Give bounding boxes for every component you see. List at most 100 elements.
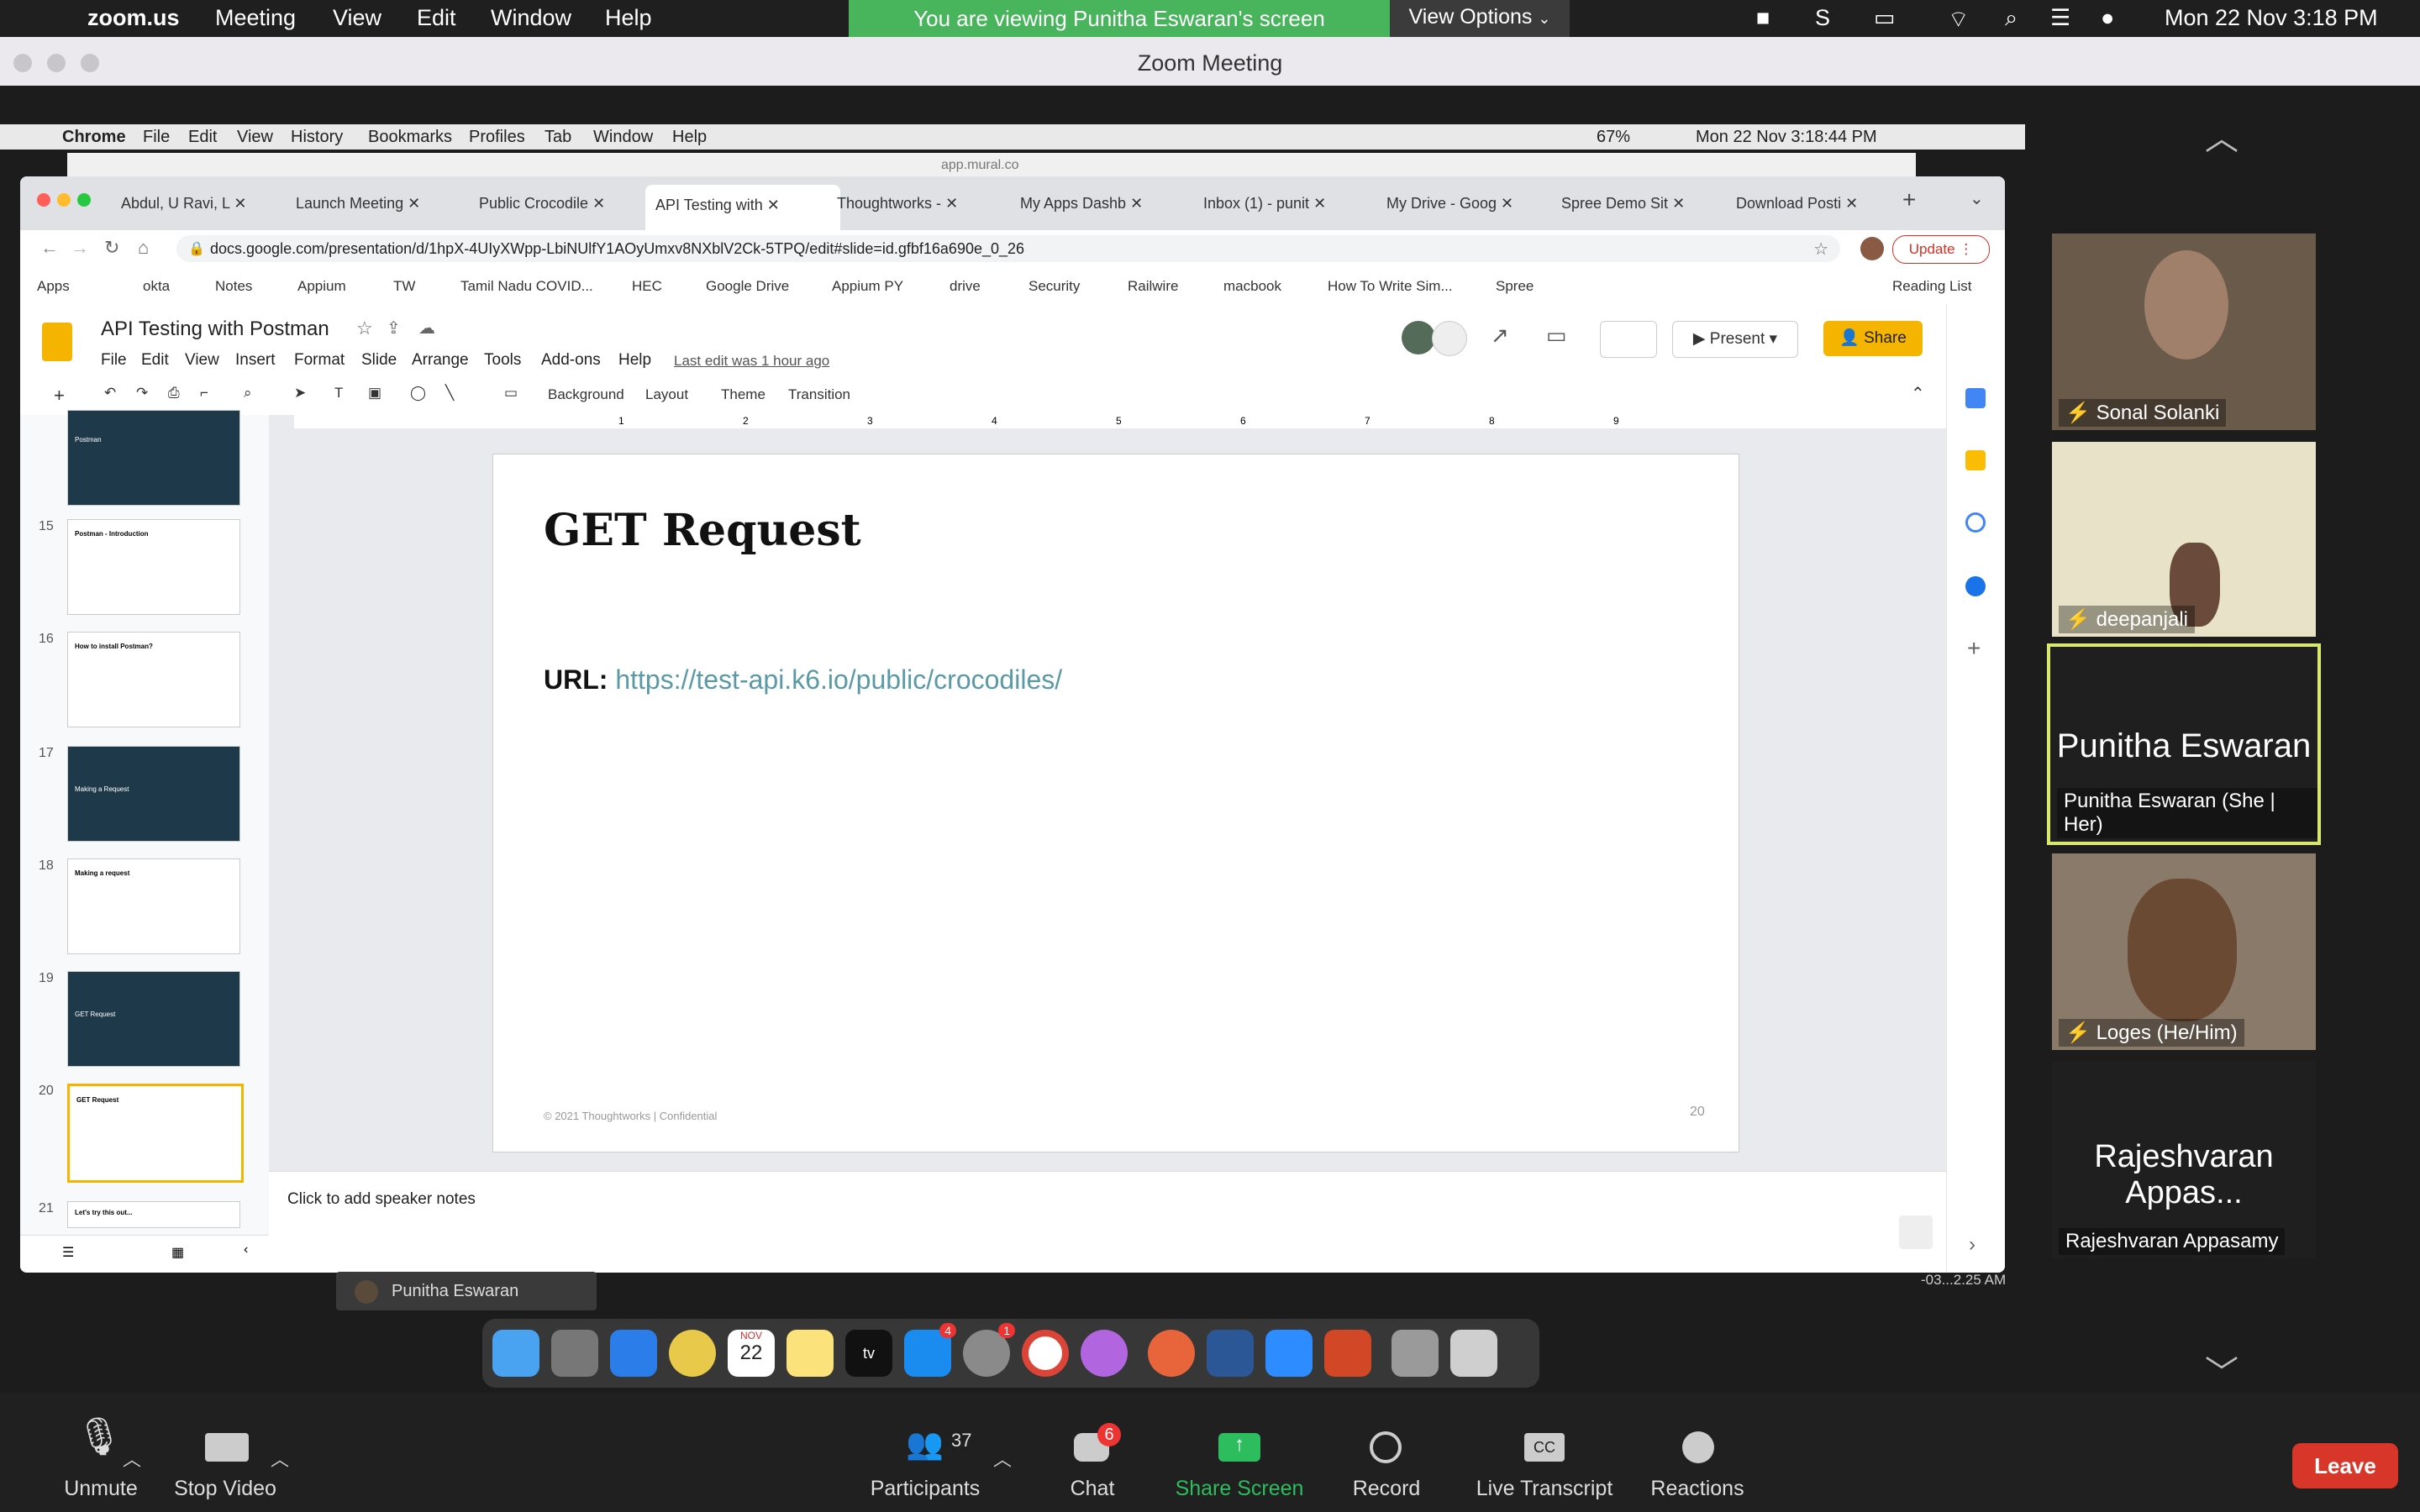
meet-icon[interactable] [1432, 321, 1467, 356]
paint-format-icon[interactable]: ⌐ [200, 385, 208, 402]
menubar-clock[interactable]: Mon 22 Nov 3:18 PM [2165, 5, 2378, 31]
bookmark-appium-py[interactable]: Appium PY [832, 278, 903, 295]
siri-icon[interactable]: ● [2101, 5, 2114, 31]
slides-logo-icon[interactable] [42, 323, 72, 361]
bookmark-notes[interactable]: Notes [215, 278, 252, 295]
bookmark-okta[interactable]: okta [143, 278, 170, 295]
last-edit-link[interactable]: Last edit was 1 hour ago [674, 353, 829, 370]
address-bar[interactable]: 🔒 docs.google.com/presentation/d/1hpX-4U… [176, 235, 1840, 262]
spotlight-icon[interactable]: ⌕ [2005, 5, 2018, 32]
leave-button[interactable]: Leave [2292, 1443, 2398, 1488]
new-tab-icon[interactable]: + [1902, 186, 1916, 213]
browser-tab[interactable]: Thoughtworks - ✕ [837, 186, 1013, 220]
shape-icon[interactable]: ◯ [410, 385, 426, 402]
browser-tab[interactable]: Launch Meeting ✕ [296, 186, 472, 220]
slide-thumbnail-selected[interactable]: GET Request [67, 1084, 244, 1183]
url-link[interactable]: https://test-api.k6.io/public/crocodiles… [615, 664, 1062, 695]
live-transcript-button[interactable]: CC Live Transcript [1470, 1393, 1618, 1512]
keep-icon[interactable] [1965, 450, 1986, 470]
present-button[interactable]: ▶ Present ▾ [1672, 321, 1798, 358]
undo-icon[interactable]: ↶ [104, 385, 116, 402]
calendar-app-icon[interactable]: NOV 22 [728, 1330, 775, 1377]
background-button[interactable]: Background [548, 386, 624, 403]
collaborator-avatar[interactable] [1402, 321, 1435, 354]
current-slide[interactable]: GET Request URL: https://test-api.k6.io/… [492, 454, 1739, 1152]
reload-icon[interactable]: ↻ [104, 237, 119, 259]
contacts-icon[interactable] [1965, 576, 1986, 596]
menu-file[interactable]: File [101, 351, 127, 370]
redo-icon[interactable]: ↷ [136, 385, 148, 402]
chrome-minimize-button[interactable] [57, 193, 71, 207]
bookmark-tw[interactable]: TW [393, 278, 415, 295]
gallery-down-icon[interactable]: ﹀ [2205, 1346, 2238, 1394]
chrome-maximize-button[interactable] [77, 193, 91, 207]
finder-icon[interactable] [492, 1330, 539, 1377]
doc-title[interactable]: API Testing with Postman [101, 318, 329, 341]
bookmark-security[interactable]: Security [1028, 278, 1080, 295]
share-screen-button[interactable]: ↑ Share Screen [1168, 1393, 1311, 1512]
browser-tab[interactable]: Public Crocodile ✕ [479, 186, 655, 220]
bookmark-apps[interactable]: Apps [37, 278, 70, 295]
speaker-notes[interactable]: Click to add speaker notes [269, 1171, 1946, 1273]
bookmark-macbook[interactable]: macbook [1223, 278, 1281, 295]
participants-button[interactable]: 👥 37 Participants [862, 1393, 988, 1512]
new-slide-icon[interactable]: + [54, 385, 65, 407]
theme-button[interactable]: Theme [721, 386, 765, 403]
participant-tile-active-speaker[interactable]: Punitha Eswaran Punitha Eswaran (She | H… [2047, 643, 2321, 845]
participant-tile[interactable]: ⚡ deepanjali [2052, 442, 2316, 637]
bookmark-how-to-write[interactable]: How To Write Sim... [1328, 278, 1453, 295]
record-button[interactable]: Record [1344, 1393, 1428, 1512]
browser-tab[interactable]: Abdul, U Ravi, L ✕ [121, 186, 289, 220]
forward-icon[interactable]: → [71, 237, 89, 259]
bookmark-star-icon[interactable]: ☆ [1813, 239, 1828, 260]
menu-arrange[interactable]: Arrange [412, 351, 469, 370]
select-icon[interactable]: ➤ [294, 385, 306, 402]
app-name[interactable]: zoom.us [87, 5, 180, 31]
bookmark-spree[interactable]: Spree [1496, 278, 1534, 295]
menu-edit[interactable]: Edit [417, 5, 456, 31]
reactions-button[interactable]: Reactions [1647, 1393, 1748, 1512]
menu-tools[interactable]: Tools [484, 351, 521, 370]
menu-format[interactable]: Format [294, 351, 345, 370]
zoom-app-icon[interactable] [1265, 1330, 1313, 1377]
chrome-icon[interactable] [1022, 1330, 1069, 1377]
downloads-folder-icon[interactable] [1392, 1330, 1439, 1377]
chat-button[interactable]: 6 Chat [1050, 1393, 1134, 1512]
home-icon[interactable]: ⌂ [138, 237, 149, 259]
menu-insert[interactable]: Insert [235, 351, 276, 370]
slide-heading[interactable]: GET Request [544, 505, 861, 556]
notes-app-icon[interactable] [786, 1330, 834, 1377]
postman-icon[interactable] [1148, 1330, 1195, 1377]
slide-thumbnail[interactable]: Making a Request [67, 746, 240, 842]
activity-icon[interactable]: ↗ [1491, 323, 1509, 349]
menu-meeting[interactable]: Meeting [215, 5, 296, 31]
trash-icon[interactable] [1450, 1330, 1497, 1377]
collapse-filmstrip-icon[interactable]: ‹ [244, 1242, 248, 1257]
menu-edit[interactable]: Edit [141, 351, 169, 370]
collapse-toolbar-icon[interactable]: ⌃ [1911, 383, 1925, 404]
stop-video-button[interactable]: Stop Video [168, 1393, 282, 1512]
appstore-icon[interactable]: 4 [904, 1323, 956, 1377]
print-icon[interactable]: ⎙ [168, 385, 180, 402]
slide-thumbnail[interactable]: Let's try this out... [67, 1201, 240, 1228]
slide-url-line[interactable]: URL: https://test-api.k6.io/public/croco… [544, 664, 1062, 696]
image-icon[interactable]: ▣ [368, 385, 381, 402]
chrome-close-button[interactable] [37, 193, 50, 207]
browser-tab[interactable]: Spree Demo Sit ✕ [1561, 186, 1729, 220]
menu-slide[interactable]: Slide [361, 351, 397, 370]
bookmark-tamil-nadu[interactable]: Tamil Nadu COVID... [460, 278, 593, 295]
system-settings-icon[interactable]: 1 [963, 1323, 1015, 1377]
menu-view[interactable]: View [185, 351, 219, 370]
layout-button[interactable]: Layout [645, 386, 688, 403]
collapse-side-panel-icon[interactable]: › [1969, 1233, 1975, 1257]
menu-window[interactable]: Window [491, 5, 571, 31]
tasks-icon[interactable] [1965, 512, 1986, 533]
slide-thumbnail[interactable]: Postman [67, 410, 240, 506]
bookmark-google-drive[interactable]: Google Drive [706, 278, 789, 295]
list-view-icon[interactable]: ☰ [62, 1244, 74, 1261]
close-window-button[interactable] [13, 54, 32, 72]
flower-app-icon[interactable] [1081, 1330, 1128, 1377]
participants-options-chevron-icon[interactable]: ︿ [993, 1445, 1012, 1472]
add-addon-icon[interactable]: + [1967, 635, 1981, 662]
textbox-icon[interactable]: T [334, 385, 343, 402]
